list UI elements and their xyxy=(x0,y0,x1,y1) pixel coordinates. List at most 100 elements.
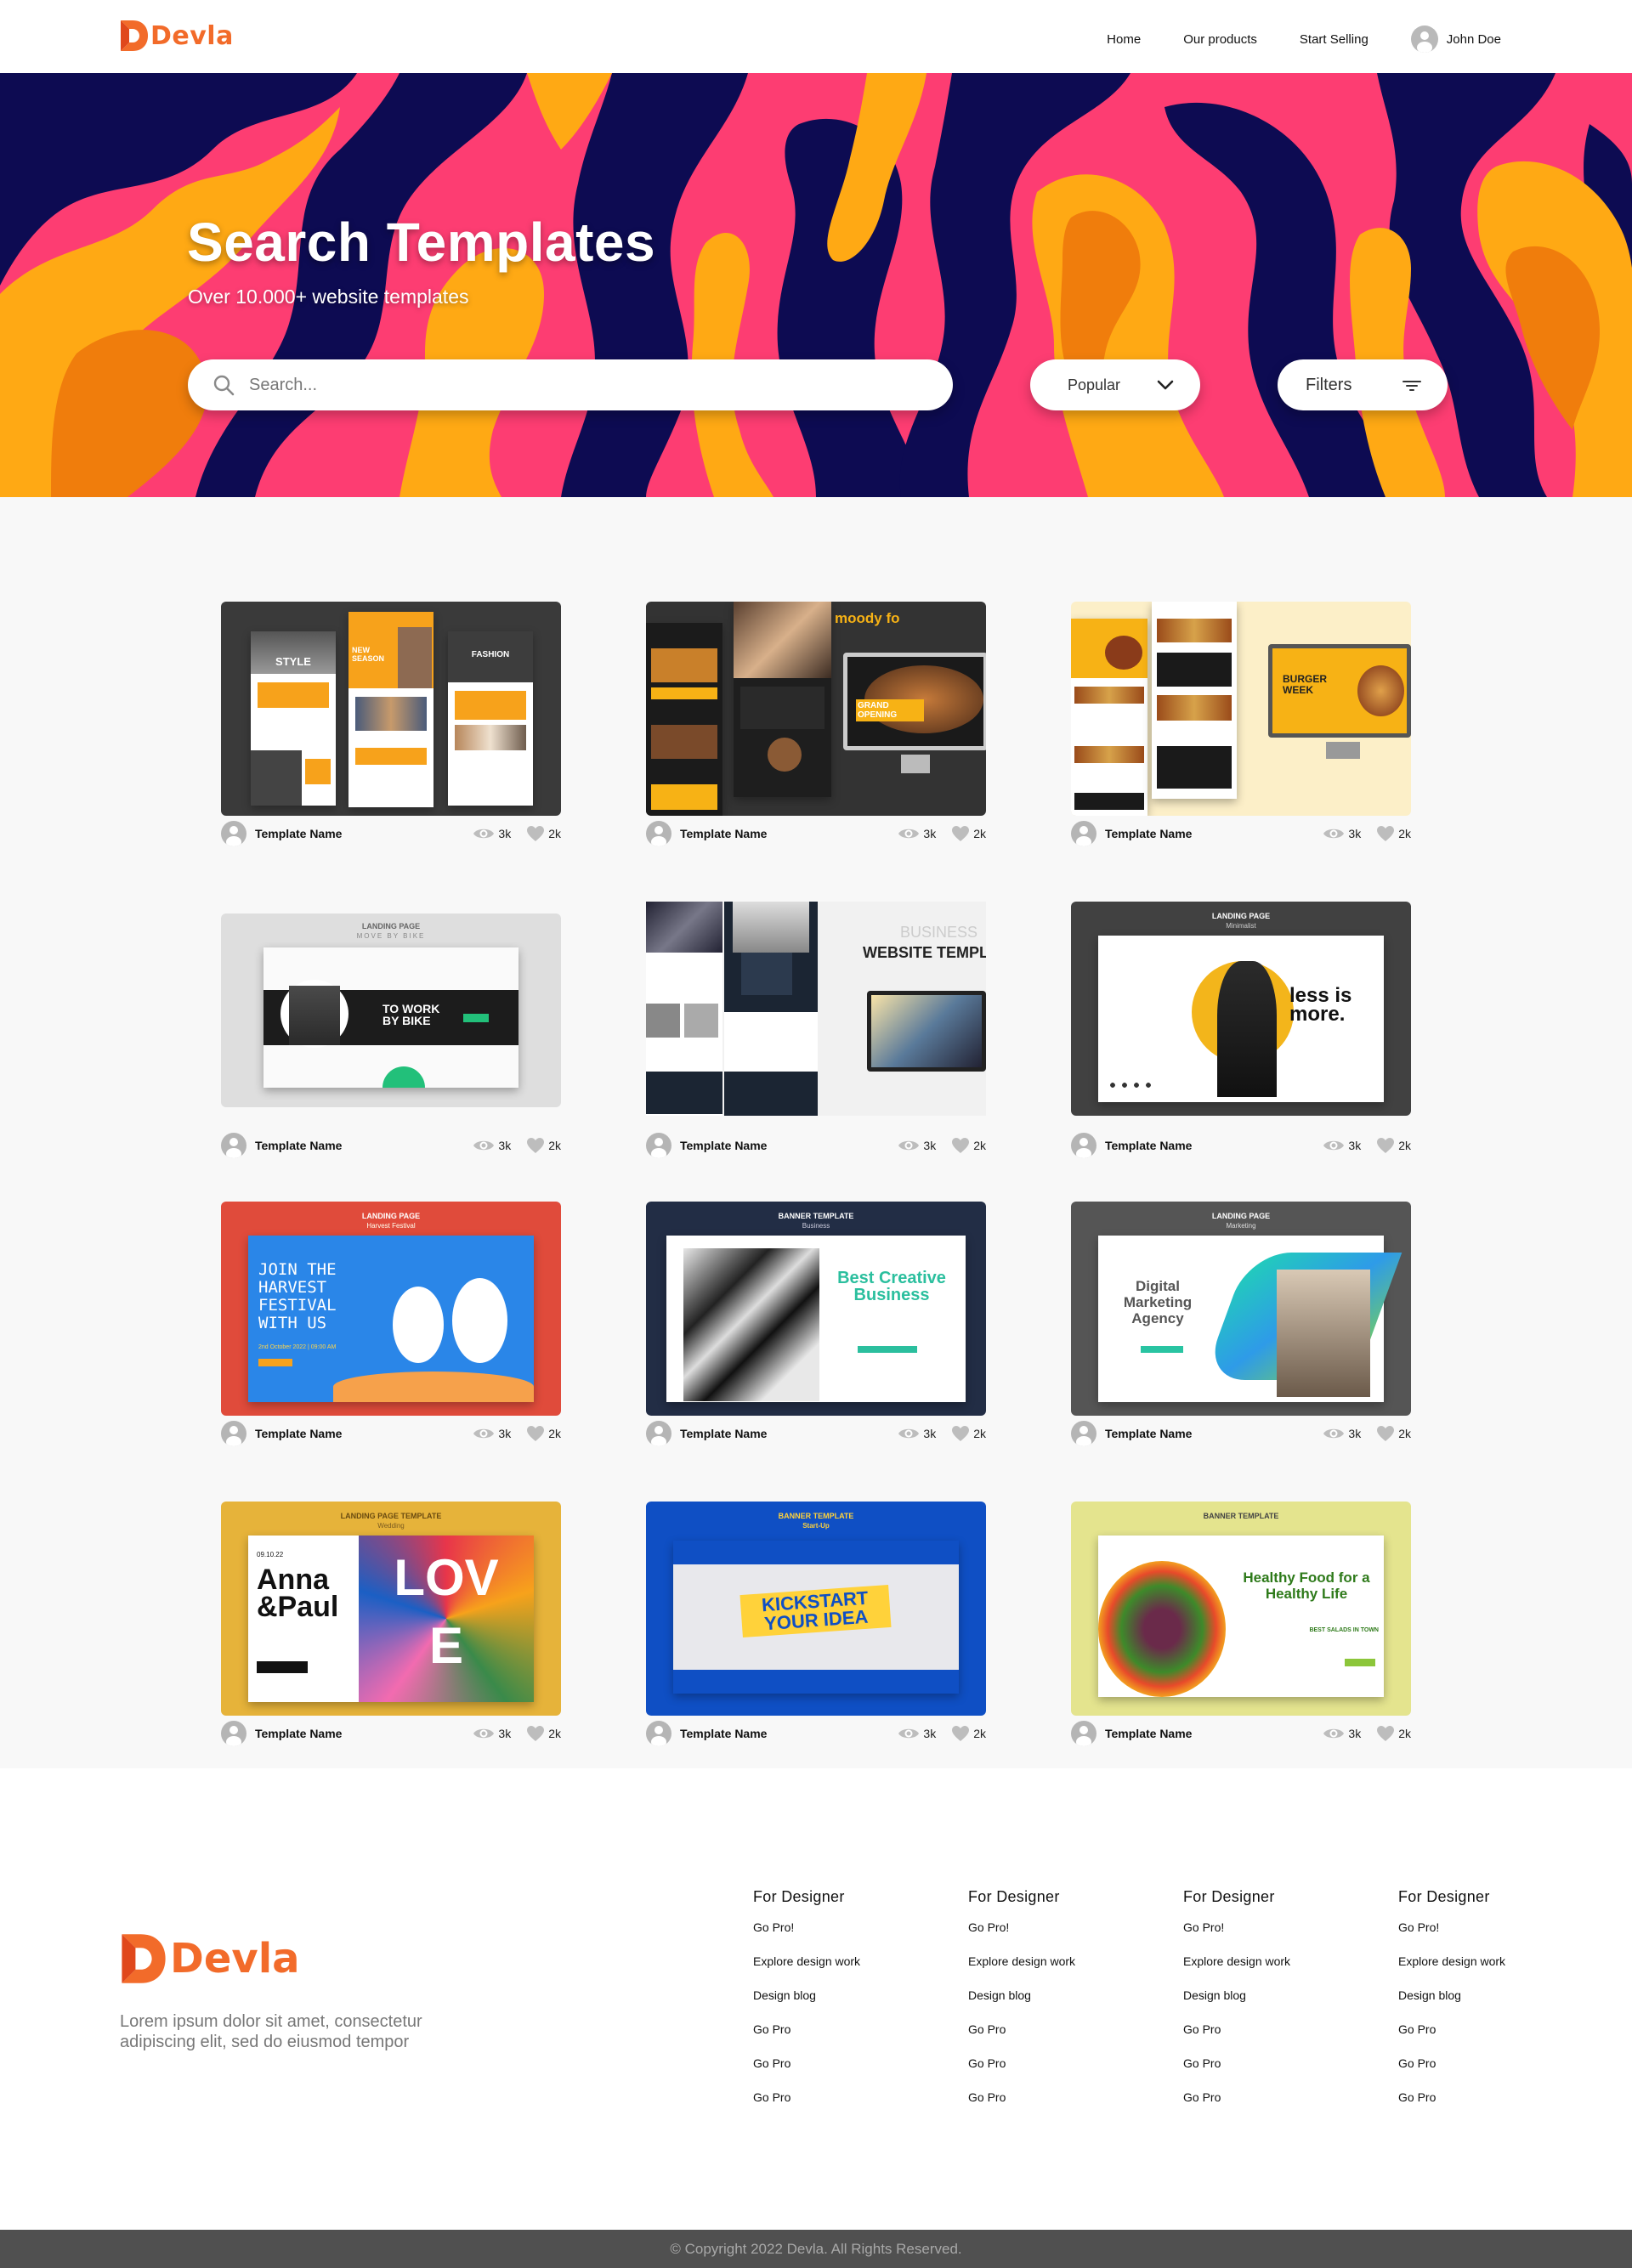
footer-link[interactable]: Design blog xyxy=(1398,1988,1568,2022)
template-card[interactable]: BANNER TEMPLATE Start-Up KICKSTART YOUR … xyxy=(646,1502,986,1746)
footer-link[interactable]: Go Pro! xyxy=(968,1920,1138,1954)
heart-icon[interactable] xyxy=(951,1137,970,1154)
template-card[interactable]: STYLE NEW SEASON FASHION Template Name 3… xyxy=(221,602,561,846)
template-name[interactable]: Template Name xyxy=(680,1139,767,1152)
template-name[interactable]: Template Name xyxy=(1105,1427,1192,1440)
heart-icon[interactable] xyxy=(526,825,545,842)
heart-icon[interactable] xyxy=(951,1725,970,1742)
footer-link[interactable]: Explore design work xyxy=(1398,1954,1568,1988)
footer-link[interactable]: Go Pro xyxy=(1398,2056,1568,2090)
footer-link[interactable]: Go Pro xyxy=(753,2090,923,2124)
views-count: 3k xyxy=(1348,1139,1362,1152)
heart-icon[interactable] xyxy=(951,1425,970,1442)
template-thumbnail[interactable]: BANNER TEMPLATE Business Best Creative B… xyxy=(646,1202,986,1416)
template-thumbnail[interactable]: STYLE NEW SEASON FASHION xyxy=(221,602,561,816)
template-name[interactable]: Template Name xyxy=(255,1139,342,1152)
template-name[interactable]: Template Name xyxy=(255,827,342,840)
footer-link[interactable]: Explore design work xyxy=(968,1954,1138,1988)
heart-icon[interactable] xyxy=(951,825,970,842)
template-card[interactable]: LANDING PAGE Marketing Digital Marketing… xyxy=(1071,1202,1411,1446)
footer-link[interactable]: Go Pro xyxy=(753,2056,923,2090)
template-thumbnail[interactable]: LANDING PAGE Minimalist less is more. xyxy=(1071,902,1411,1116)
nav-start-selling-link[interactable]: Start Selling xyxy=(1300,32,1368,47)
template-name[interactable]: Template Name xyxy=(255,1427,342,1440)
author-avatar[interactable] xyxy=(221,1721,246,1746)
heart-icon[interactable] xyxy=(526,1137,545,1154)
author-avatar[interactable] xyxy=(221,821,246,846)
template-thumbnail[interactable]: BURGER WEEK xyxy=(1071,602,1411,816)
sort-dropdown[interactable]: Popular xyxy=(1030,359,1200,410)
template-name[interactable]: Template Name xyxy=(1105,1727,1192,1740)
template-thumbnail[interactable]: BUSINESS WEBSITE TEMPL xyxy=(646,902,986,1116)
heart-icon[interactable] xyxy=(1376,825,1395,842)
template-thumbnail[interactable]: BANNER TEMPLATE Start-Up KICKSTART YOUR … xyxy=(646,1502,986,1716)
nav-our-products-link[interactable]: Our products xyxy=(1183,32,1257,47)
author-avatar[interactable] xyxy=(646,1421,672,1446)
template-card[interactable]: BANNER TEMPLATE Healthy Food for a Healt… xyxy=(1071,1502,1411,1746)
heart-icon[interactable] xyxy=(1376,1137,1395,1154)
heart-icon[interactable] xyxy=(1376,1725,1395,1742)
author-avatar[interactable] xyxy=(221,1421,246,1446)
footer-link[interactable]: Explore design work xyxy=(1183,1954,1353,1988)
template-name[interactable]: Template Name xyxy=(1105,827,1192,840)
footer-link[interactable]: Go Pro! xyxy=(1398,1920,1568,1954)
template-card[interactable]: LANDING PAGE Harvest Festival JOIN THE H… xyxy=(221,1202,561,1446)
template-name[interactable]: Template Name xyxy=(680,827,767,840)
footer-link[interactable]: Design blog xyxy=(968,1988,1138,2022)
footer-link[interactable]: Go Pro! xyxy=(753,1920,923,1954)
heart-icon[interactable] xyxy=(526,1725,545,1742)
filters-button[interactable]: Filters xyxy=(1278,359,1448,410)
search-input[interactable] xyxy=(249,375,895,395)
template-thumbnail[interactable]: LANDING PAGE TEMPLATE Wedding 09.10.22 A… xyxy=(221,1502,561,1716)
footer-link[interactable]: Explore design work xyxy=(753,1954,923,1988)
search-bar[interactable] xyxy=(188,359,953,410)
template-card[interactable]: LANDING PAGE Minimalist less is more. Te… xyxy=(1071,902,1411,1158)
footer-brand-logo[interactable]: Devla xyxy=(119,1931,300,1986)
author-avatar[interactable] xyxy=(1071,821,1096,846)
author-avatar[interactable] xyxy=(646,1721,672,1746)
footer-link[interactable]: Go Pro xyxy=(753,2022,923,2056)
heart-icon[interactable] xyxy=(1376,1425,1395,1442)
footer-column: For Designer Go Pro! Explore design work… xyxy=(1398,1888,1568,2124)
author-avatar[interactable] xyxy=(646,1133,672,1158)
template-thumbnail[interactable]: LANDING PAGE Harvest Festival JOIN THE H… xyxy=(221,1202,561,1416)
footer-link[interactable]: Go Pro xyxy=(968,2022,1138,2056)
eye-icon xyxy=(898,1728,920,1739)
footer-link[interactable]: Go Pro xyxy=(1183,2090,1353,2124)
footer-link[interactable]: Go Pro xyxy=(968,2090,1138,2124)
nav-home-link[interactable]: Home xyxy=(1107,32,1141,47)
footer-link[interactable]: Go Pro xyxy=(968,2056,1138,2090)
author-avatar[interactable] xyxy=(646,821,672,846)
template-thumbnail[interactable]: moody fo GRAND OPENING xyxy=(646,602,986,816)
author-avatar[interactable] xyxy=(221,1133,246,1158)
author-avatar[interactable] xyxy=(1071,1421,1096,1446)
template-stats: 3k 2k xyxy=(473,825,561,842)
template-card[interactable]: BUSINESS WEBSITE TEMPL Template Name 3k … xyxy=(646,902,986,1158)
footer-link[interactable]: Design blog xyxy=(1183,1988,1353,2022)
template-card[interactable]: LANDING PAGE MOVE BY BIKE TO WORK BY BIK… xyxy=(221,913,561,1158)
template-thumbnail[interactable]: LANDING PAGE MOVE BY BIKE TO WORK BY BIK… xyxy=(221,913,561,1107)
eye-icon xyxy=(1323,1428,1345,1439)
template-name[interactable]: Template Name xyxy=(680,1427,767,1440)
template-card[interactable]: BURGER WEEK Template Name 3k 2k xyxy=(1071,602,1411,846)
template-name[interactable]: Template Name xyxy=(1105,1139,1192,1152)
footer-link[interactable]: Go Pro xyxy=(1398,2022,1568,2056)
author-avatar[interactable] xyxy=(1071,1133,1096,1158)
template-name[interactable]: Template Name xyxy=(680,1727,767,1740)
footer-link[interactable]: Design blog xyxy=(753,1988,923,2022)
template-thumbnail[interactable]: LANDING PAGE Marketing Digital Marketing… xyxy=(1071,1202,1411,1416)
thumb-text: BEST SALADS IN TOWN xyxy=(1309,1627,1379,1633)
footer-link[interactable]: Go Pro xyxy=(1398,2090,1568,2124)
template-card[interactable]: BANNER TEMPLATE Business Best Creative B… xyxy=(646,1202,986,1446)
footer-link[interactable]: Go Pro! xyxy=(1183,1920,1353,1954)
template-thumbnail[interactable]: BANNER TEMPLATE Healthy Food for a Healt… xyxy=(1071,1502,1411,1716)
template-name[interactable]: Template Name xyxy=(255,1727,342,1740)
template-card[interactable]: moody fo GRAND OPENING Template Name 3k … xyxy=(646,602,986,846)
brand-logo[interactable]: Devla xyxy=(119,19,234,53)
user-menu[interactable]: John Doe xyxy=(1410,25,1501,53)
footer-link[interactable]: Go Pro xyxy=(1183,2056,1353,2090)
author-avatar[interactable] xyxy=(1071,1721,1096,1746)
heart-icon[interactable] xyxy=(526,1425,545,1442)
template-card[interactable]: LANDING PAGE TEMPLATE Wedding 09.10.22 A… xyxy=(221,1502,561,1746)
footer-link[interactable]: Go Pro xyxy=(1183,2022,1353,2056)
